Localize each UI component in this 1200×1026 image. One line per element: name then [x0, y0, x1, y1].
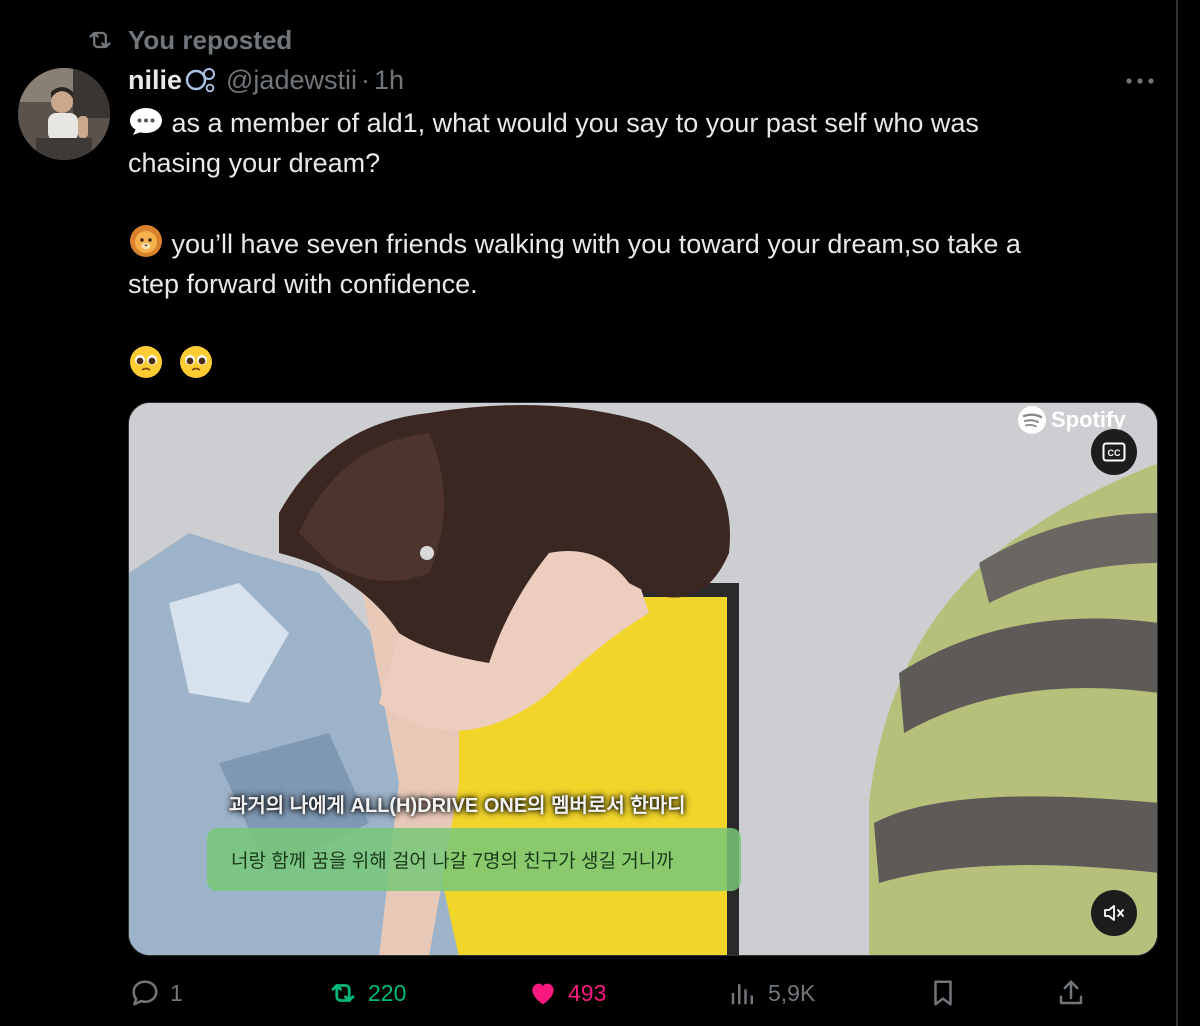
user-handle[interactable]: @jadewstii — [226, 65, 357, 96]
repost-banner[interactable]: You reposted — [86, 24, 292, 56]
separator: · — [360, 64, 370, 95]
repost-banner-label: You reposted — [128, 24, 293, 55]
emoji-line — [128, 344, 214, 386]
repost-count: 220 — [368, 979, 407, 1006]
tweet-line-3: you’ll have seven friends walking with y… — [128, 224, 1021, 264]
like-button[interactable]: 493 — [528, 970, 606, 1016]
repost-button[interactable]: 220 — [328, 970, 406, 1016]
tweet-line-1: as a member of ald1, what would you say … — [128, 103, 979, 143]
spotify-logo-icon — [1018, 406, 1046, 434]
tweet-actions: 1 220 493 5,9K — [0, 970, 1176, 1018]
display-name[interactable]: nilie — [128, 65, 182, 96]
bookmark-button[interactable] — [928, 970, 958, 1016]
tweet-text-line: you’ll have seven friends walking with y… — [171, 229, 1021, 259]
avatar-image — [18, 68, 110, 160]
muted-speaker-icon — [1104, 905, 1124, 921]
reply-icon — [132, 980, 158, 1006]
video-caption-subtitle: 너랑 함께 꿈을 위해 걸어 나갈 7명의 친구가 생길 거니까 — [207, 828, 741, 891]
lion-emoji-icon — [130, 225, 162, 257]
share-icon — [1059, 980, 1083, 1005]
more-icon — [1126, 78, 1154, 84]
heart-icon — [532, 983, 554, 1005]
views-button[interactable]: 5,9K — [728, 970, 815, 1016]
tweet-line-4: step forward with confidence. — [128, 264, 478, 304]
tweet-text-line: chasing your dream? — [128, 148, 381, 178]
pleading-face-emoji-icon — [179, 346, 212, 378]
avatar[interactable] — [18, 68, 110, 160]
tweet-line-2: chasing your dream? — [128, 143, 380, 183]
pleading-face-emoji-icon — [130, 346, 162, 378]
more-options-button[interactable] — [1122, 66, 1158, 96]
bubbles-emoji-icon — [185, 68, 216, 93]
svg-text:CC: CC — [1108, 448, 1121, 458]
view-count: 5,9K — [768, 979, 816, 1006]
speech-bubble-icon — [130, 108, 162, 135]
tweet-text-line: as a member of ald1, what would you say … — [171, 108, 979, 138]
mute-button[interactable] — [1091, 890, 1137, 936]
repost-icon — [331, 984, 355, 1002]
like-count: 493 — [568, 979, 607, 1006]
captions-button[interactable]: CC — [1091, 429, 1137, 475]
video-player[interactable]: Spotify CC 과거의 나에게 ALL(H)DRIVE ONE의 멤버로서… — [128, 402, 1158, 956]
repost-icon — [89, 31, 111, 49]
timeline-border — [1176, 0, 1178, 1026]
tweet-header: nilie @jadewstii · 1h — [128, 60, 404, 100]
timestamp[interactable]: 1h — [374, 65, 404, 96]
tweet-text-line: step forward with confidence. — [128, 269, 478, 299]
reply-count: 1 — [170, 979, 183, 1006]
bookmark-icon — [934, 980, 952, 1006]
video-caption-title: 과거의 나에게 ALL(H)DRIVE ONE의 멤버로서 한마디 — [229, 795, 686, 817]
video-caption-text: 너랑 함께 꿈을 위해 걸어 나갈 7명의 친구가 생길 거니까 — [231, 851, 674, 872]
share-button[interactable] — [1056, 970, 1086, 1016]
views-icon — [731, 984, 753, 1005]
captions-icon: CC — [1102, 442, 1126, 462]
reply-button[interactable]: 1 — [130, 970, 183, 1016]
